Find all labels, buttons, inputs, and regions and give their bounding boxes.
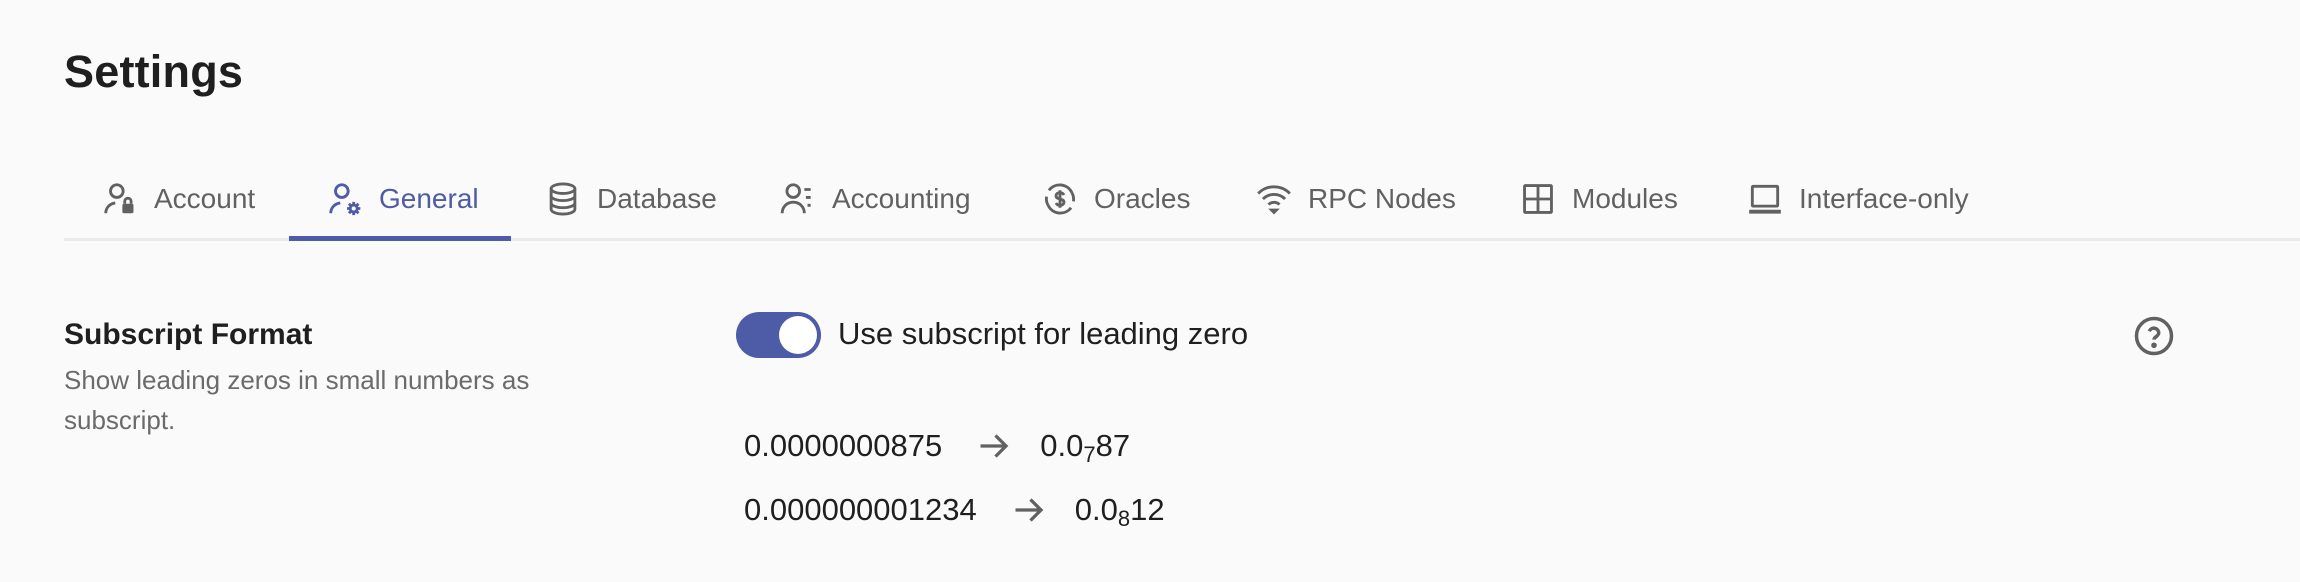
- setting-description: Show leading zeros in small numbers as s…: [64, 365, 530, 435]
- grid-icon: [1518, 179, 1558, 219]
- tab-label: Oracles: [1094, 183, 1191, 214]
- user-lock-icon: [100, 179, 140, 219]
- wifi-icon: [1254, 179, 1294, 219]
- toggle-knob: [779, 316, 817, 354]
- tab-label: RPC Nodes: [1308, 183, 1456, 214]
- tab-general[interactable]: General: [289, 160, 511, 241]
- page-title: Settings: [64, 46, 244, 97]
- tab-label: Database: [597, 183, 717, 214]
- tab-accounting[interactable]: Accounting: [778, 160, 971, 238]
- tab-rpc-nodes[interactable]: RPC Nodes: [1254, 160, 1456, 238]
- user-settings-icon: [325, 179, 365, 219]
- example-input: 0.000000001234: [744, 492, 977, 527]
- active-tab-indicator: [289, 236, 511, 241]
- tab-interface-only[interactable]: Interface-only: [1745, 160, 1969, 238]
- example-input: 0.0000000875: [744, 428, 943, 463]
- tab-label: Account: [154, 183, 256, 214]
- exchange-dollar-icon: [1040, 179, 1080, 219]
- tab-oracles[interactable]: Oracles: [1040, 160, 1190, 238]
- example-row: 0.000000001234 0.0812: [744, 492, 1165, 531]
- tab-label: General: [379, 183, 479, 214]
- arrow-right-icon: [974, 428, 1014, 464]
- tab-label: Interface-only: [1799, 183, 1969, 214]
- setting-title: Subscript Format: [64, 318, 313, 351]
- database-icon: [543, 179, 583, 219]
- tab-label: Accounting: [832, 183, 971, 214]
- laptop-icon: [1745, 179, 1785, 219]
- subscript-toggle[interactable]: [736, 312, 821, 358]
- example-row: 0.0000000875 0.0787: [744, 428, 1131, 467]
- tab-label: Modules: [1572, 183, 1678, 214]
- tab-database[interactable]: Database: [543, 160, 717, 238]
- example-output: 0.0787: [1040, 428, 1131, 467]
- arrow-right-icon: [1009, 492, 1049, 528]
- help-circle-icon[interactable]: [2133, 315, 2175, 357]
- tab-modules[interactable]: Modules: [1518, 160, 1678, 238]
- user-list-icon: [778, 179, 818, 219]
- settings-tabs: Account General Database Accounting Orac…: [64, 160, 2300, 241]
- tab-account[interactable]: Account: [100, 160, 255, 238]
- toggle-label[interactable]: Use subscript for leading zero: [838, 316, 1248, 352]
- example-output: 0.0812: [1074, 492, 1165, 531]
